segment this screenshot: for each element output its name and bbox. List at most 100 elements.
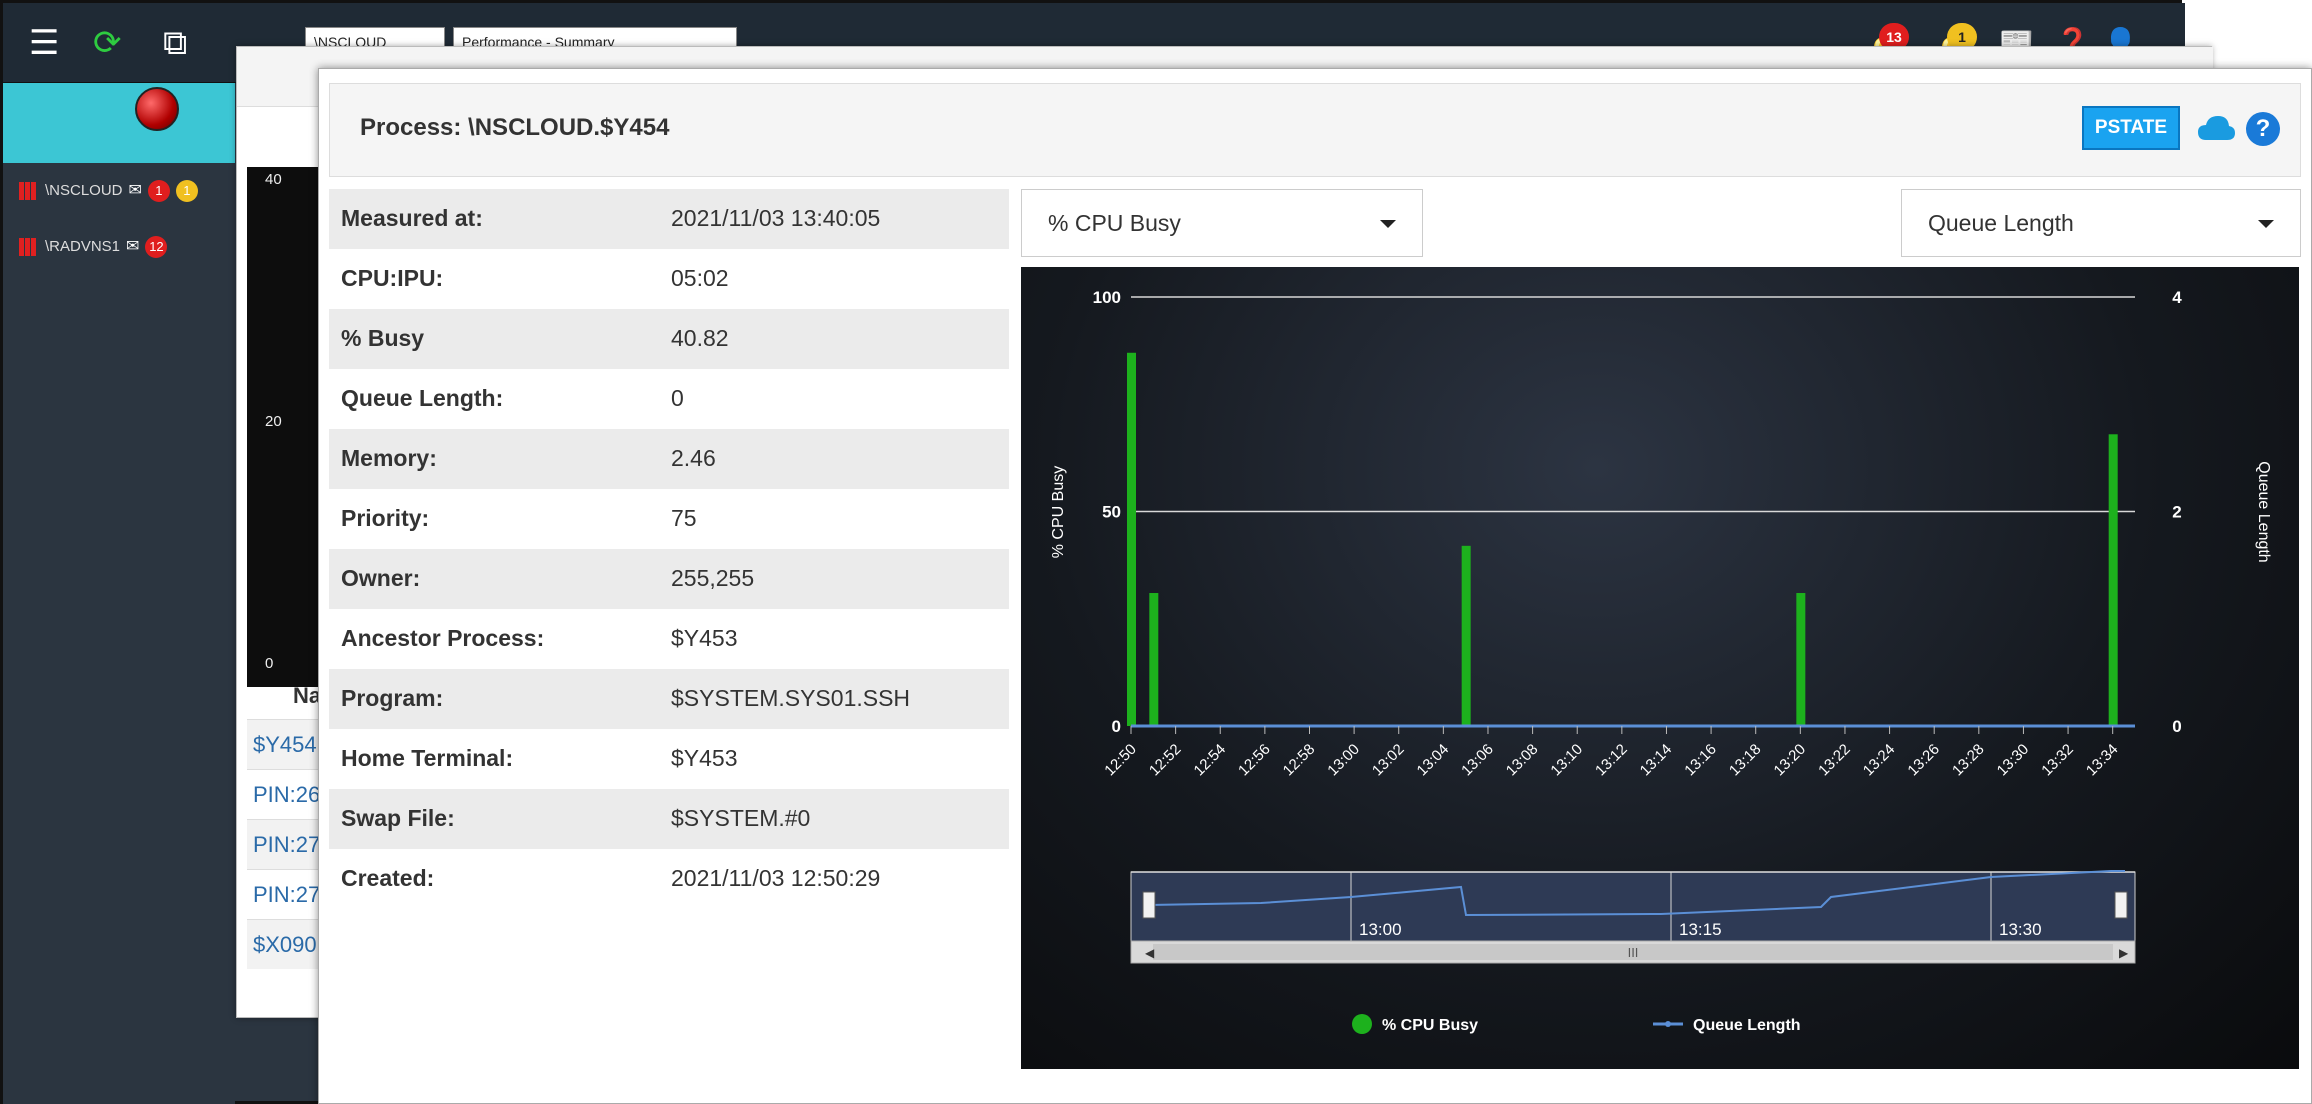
x-tick-label: 13:16 <box>1681 741 1720 780</box>
x-tick-label: 13:24 <box>1860 741 1899 780</box>
x-tick-label: 12:56 <box>1235 741 1274 780</box>
y-axis-label: % CPU Busy <box>1050 466 1067 558</box>
right-metric-dropdown[interactable]: Queue Length <box>1901 189 2301 257</box>
property-value: 2021/11/03 12:50:29 <box>671 865 881 891</box>
x-tick-label: 13:14 <box>1637 741 1676 780</box>
bell-icon: ✉ <box>128 182 142 199</box>
bell-icon: ✉ <box>126 238 140 255</box>
help-icon[interactable]: ? <box>2246 112 2280 146</box>
refresh-icon[interactable]: ⟳ <box>93 23 122 63</box>
table-row[interactable]: $Y454 <box>247 719 327 769</box>
node-alarm-badge: 1 <box>147 180 170 202</box>
property-label: Created: <box>341 865 435 891</box>
performance-chart: 40 20 0 <box>247 167 327 687</box>
property-row: CPU:IPU: 05:02 <box>329 249 1009 309</box>
property-label: Home Terminal: <box>341 745 514 771</box>
x-tick-label: 13:10 <box>1547 741 1586 780</box>
x-tick-label: 13:08 <box>1503 741 1542 780</box>
x-tick-label: 13:32 <box>2038 741 2077 780</box>
property-label: % Busy <box>341 325 425 351</box>
chevron-down-icon <box>1380 220 1396 228</box>
pstate-button[interactable]: PSTATE <box>2082 106 2180 150</box>
bar <box>1796 593 1806 726</box>
property-label: Measured at: <box>341 205 483 231</box>
property-value: 2021/11/03 13:40:05 <box>671 205 881 231</box>
table-row[interactable]: PIN:26 <box>247 769 327 819</box>
property-label: Memory: <box>341 445 437 471</box>
property-row: Queue Length: 0 <box>329 369 1009 429</box>
left-metric-dropdown[interactable]: % CPU Busy <box>1021 189 1423 257</box>
legend-label: Queue Length <box>1693 1017 1801 1034</box>
property-row: % Busy 40.82 <box>329 309 1009 369</box>
navigator-handle <box>1142 891 1156 919</box>
x-tick-label: 12:54 <box>1191 741 1230 780</box>
node-warning-badge: 1 <box>175 180 198 202</box>
x-tick-label: 13:22 <box>1815 741 1854 780</box>
table-row[interactable]: PIN:27 <box>247 869 327 919</box>
property-value: $SYSTEM.SYS01.SSH <box>671 685 911 711</box>
property-value: 0 <box>671 385 684 411</box>
sidebar-node-nscloud[interactable]: \NSCLOUD ✉ 1 1 <box>3 171 235 211</box>
copy-window-icon[interactable]: ⧉ <box>163 23 187 63</box>
property-value: 05:02 <box>671 265 729 291</box>
node-name: \RADVNS1 <box>45 238 121 255</box>
property-row: Program: $SYSTEM.SYS01.SSH <box>329 669 1009 729</box>
process-title: Process: \NSCLOUD.$Y454 <box>360 114 670 141</box>
node-icon <box>19 238 37 257</box>
x-tick-label: 13:26 <box>1904 741 1943 780</box>
property-row: Home Terminal: $Y453 <box>329 729 1009 789</box>
property-row: Ancestor Process: $Y453 <box>329 609 1009 669</box>
table-row[interactable]: $X090 <box>247 919 327 969</box>
globe-icon[interactable] <box>135 87 179 131</box>
sidebar: \NSCLOUD ✉ 1 1 \RADVNS1 ✉ 12 <box>3 83 235 1104</box>
property-row: Measured at: 2021/11/03 13:40:05 <box>329 189 1009 249</box>
legend-label: % CPU Busy <box>1382 1017 1478 1034</box>
navigator-window <box>1130 871 2136 942</box>
property-label: Program: <box>341 685 444 711</box>
y2-tick-label: 2 <box>2172 503 2181 522</box>
left-metric-value: % CPU Busy <box>1048 210 1181 236</box>
x-tick-label: 13:20 <box>1771 741 1810 780</box>
x-tick-label: 13:12 <box>1592 741 1631 780</box>
bar <box>1127 352 1136 726</box>
x-tick-label: 13:18 <box>1726 741 1765 780</box>
property-value: 2.46 <box>671 445 716 471</box>
property-row: Priority: 75 <box>329 489 1009 549</box>
x-tick-label: 12:58 <box>1280 741 1319 780</box>
bar <box>1149 593 1159 726</box>
y2-tick-label: 0 <box>2172 717 2181 736</box>
navigator-label: 13:15 <box>1679 920 1722 939</box>
menu-icon[interactable]: ☰ <box>29 23 59 63</box>
cloud-icon[interactable] <box>2196 112 2236 144</box>
property-row: Created: 2021/11/03 12:50:29 <box>329 849 1009 909</box>
property-row: Memory: 2.46 <box>329 429 1009 489</box>
legend-marker-cpu <box>1352 1014 1372 1034</box>
sidebar-node-radvns1[interactable]: \RADVNS1 ✉ 12 <box>3 227 235 267</box>
x-tick-label: 13:28 <box>1949 741 1988 780</box>
x-tick-label: 13:34 <box>2083 741 2122 780</box>
cpu-chart-panel: 100 50 0 4 2 0% CPU Busy Queue Length 12:50 12:5… <box>1021 267 2299 1069</box>
sidebar-header <box>3 83 235 163</box>
y-tick-label: 20 <box>265 413 282 430</box>
property-value: 40.82 <box>671 325 729 351</box>
property-row: Owner: 255,255 <box>329 549 1009 609</box>
property-value: $Y453 <box>671 625 738 651</box>
property-value: $Y453 <box>671 745 738 771</box>
x-tick-label: 13:30 <box>1994 741 2033 780</box>
process-header: Process: \NSCLOUD.$Y454 PSTATE ? <box>329 83 2301 177</box>
property-value: 75 <box>671 505 697 531</box>
process-properties: Measured at: 2021/11/03 13:40:05 CPU:IPU: 0… <box>329 189 1009 909</box>
property-value: 255,255 <box>671 565 755 591</box>
y-tick-label: 100 <box>1093 288 1121 307</box>
y-tick-label: 50 <box>1102 503 1121 522</box>
bar <box>2108 434 2118 726</box>
x-tick-label: 13:02 <box>1369 741 1408 780</box>
property-label: Queue Length: <box>341 385 504 411</box>
x-tick-label: 12:52 <box>1146 741 1185 780</box>
bar <box>1461 545 1471 726</box>
y2-axis-label: Queue Length <box>2255 461 2272 562</box>
table-row[interactable]: PIN:27 <box>247 819 327 869</box>
chevron-down-icon <box>2258 220 2274 228</box>
x-tick-label: 12:50 <box>1101 741 1140 780</box>
property-label: Owner: <box>341 565 421 591</box>
